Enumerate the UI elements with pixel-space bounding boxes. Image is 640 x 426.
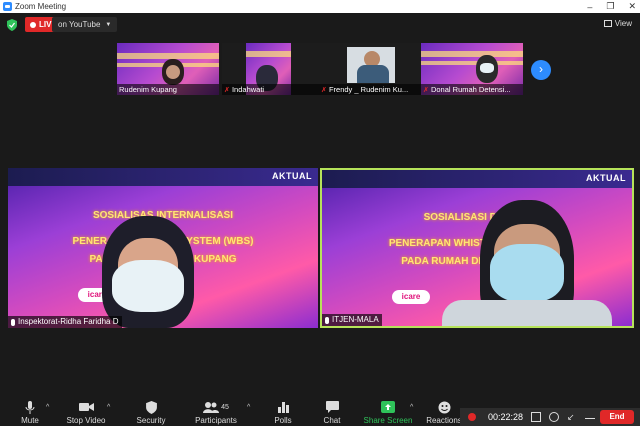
participants-button[interactable]: 45 Participants <box>186 400 246 425</box>
slide-text-band <box>421 51 523 57</box>
slide-text-band <box>421 61 523 65</box>
chevron-up-icon[interactable]: ^ <box>107 404 110 411</box>
grid-view-icon <box>603 20 612 27</box>
participant-mask <box>112 260 184 312</box>
mute-button[interactable]: Mute <box>0 400 60 425</box>
end-meeting-button[interactable]: End <box>600 410 634 424</box>
record-indicator-icon <box>468 413 476 421</box>
slide-title-line: SOSIALISASI DAN ASI <box>423 212 531 223</box>
video-camera-icon <box>78 403 94 411</box>
microphone-icon <box>25 400 35 414</box>
participant-figure <box>357 65 389 83</box>
slide-title-line: PENERAPAN WHISTLE BL EM (WBS) <box>388 238 566 249</box>
mute-label: Mute <box>21 416 39 425</box>
security-button[interactable]: Security <box>121 400 181 425</box>
window-title: Zoom Meeting <box>15 2 67 11</box>
share-screen-label: Share Screen <box>363 416 413 425</box>
participants-icon <box>203 401 220 413</box>
shield-icon[interactable] <box>7 19 17 31</box>
mic-icon[interactable] <box>549 412 560 422</box>
video-thumbnail[interactable]: ✗ Indahwati <box>222 43 324 95</box>
video-thumbnail[interactable]: Rudenim Kupang <box>117 43 219 95</box>
icare-logo: icare <box>392 290 430 304</box>
participant-name-text: ITJEN-MALA <box>332 315 379 324</box>
participant-uniform <box>442 300 612 326</box>
participants-count: 45 <box>221 403 229 411</box>
participant-name: ✗ Indahwati <box>222 84 324 95</box>
close-icon[interactable]: ✕ <box>628 1 636 12</box>
muted-mic-icon: ✗ <box>321 87 327 94</box>
chat-button[interactable]: Chat <box>302 400 362 425</box>
minimize-icon[interactable] <box>585 417 596 419</box>
participant-name-text: Indahwati <box>231 85 265 94</box>
stream-dropdown[interactable]: on YouTube ▼ <box>52 17 118 32</box>
view-label: View <box>614 19 632 28</box>
recording-timer: 00:22:28 <box>488 412 524 422</box>
view-button[interactable]: View <box>603 19 632 28</box>
video-thumbnail[interactable]: ✗ Donal Rumah Detensi... <box>421 43 523 95</box>
participant-name-text: Inspektorat-Ridha Faridha D <box>18 317 119 326</box>
brand-logo: AKTUAL <box>586 173 626 183</box>
chat-label: Chat <box>323 416 341 425</box>
participant-name: ITJEN-MALA <box>322 314 382 326</box>
participant-mask <box>490 244 564 302</box>
pause-icon[interactable] <box>531 412 542 422</box>
chevron-down-icon: ▼ <box>105 21 112 28</box>
participant-name-text: Frendy _ Rudenim Ku... <box>328 85 409 94</box>
zoom-app-icon <box>3 2 12 11</box>
chevron-up-icon[interactable]: ^ <box>410 404 413 411</box>
next-page-button[interactable]: › <box>531 60 551 80</box>
video-thumbnail[interactable]: ✗ Frendy _ Rudenim Ku... <box>319 43 421 95</box>
recording-panel: 00:22:28 ↙ End <box>460 408 640 426</box>
participant-face <box>166 65 180 79</box>
window-controls: – ❐ ✕ <box>587 0 636 13</box>
chevron-up-icon[interactable]: ^ <box>46 404 49 411</box>
muted-mic-icon: ✗ <box>423 87 429 94</box>
muted-mic-icon: ✗ <box>224 87 230 94</box>
participant-mask <box>480 63 494 73</box>
chat-icon <box>325 401 339 413</box>
participant-name: ✗ Frendy _ Rudenim Ku... <box>319 84 421 95</box>
slide-text-band <box>117 53 219 59</box>
live-dot-icon <box>30 21 36 28</box>
participant-name: Rudenim Kupang <box>117 84 219 95</box>
share-screen-icon <box>381 401 395 413</box>
participants-label: Participants <box>195 416 237 425</box>
shield-icon <box>145 400 157 414</box>
mic-icon <box>325 316 329 324</box>
video-tile-active-speaker[interactable]: AKTUAL SOSIALISASI DAN ASI PENERAPAN WHI… <box>320 168 634 328</box>
stop-video-label: Stop Video <box>66 416 106 425</box>
stream-label: on YouTube <box>58 20 101 29</box>
slide-title-line: PADA RUMAH DETENSI UPANG <box>401 256 553 267</box>
share-screen-button[interactable]: Share Screen <box>358 400 418 425</box>
maximize-icon[interactable]: ❐ <box>606 1 614 12</box>
participant-name-text: Donal Rumah Detensi... <box>430 85 511 94</box>
arrow-icon[interactable]: ↙ <box>567 412 577 422</box>
meeting-topbar: LIVE on YouTube ▼ View <box>0 13 640 37</box>
security-label: Security <box>136 416 166 425</box>
reactions-icon <box>438 401 450 413</box>
brand-logo: AKTUAL <box>272 171 312 181</box>
polls-icon <box>277 401 289 413</box>
mic-icon <box>11 318 15 326</box>
participant-name: ✗ Donal Rumah Detensi... <box>421 84 523 95</box>
slide-text-band <box>246 51 291 57</box>
video-tile[interactable]: AKTUAL SOSIALISAS INTERNALISASI PENERAPA… <box>8 168 318 328</box>
participant-name: Inspektorat-Ridha Faridha D <box>8 316 122 328</box>
minimize-icon[interactable]: – <box>587 2 592 12</box>
title-bar: Zoom Meeting – ❐ ✕ <box>0 0 640 13</box>
chevron-up-icon[interactable]: ^ <box>247 404 250 411</box>
